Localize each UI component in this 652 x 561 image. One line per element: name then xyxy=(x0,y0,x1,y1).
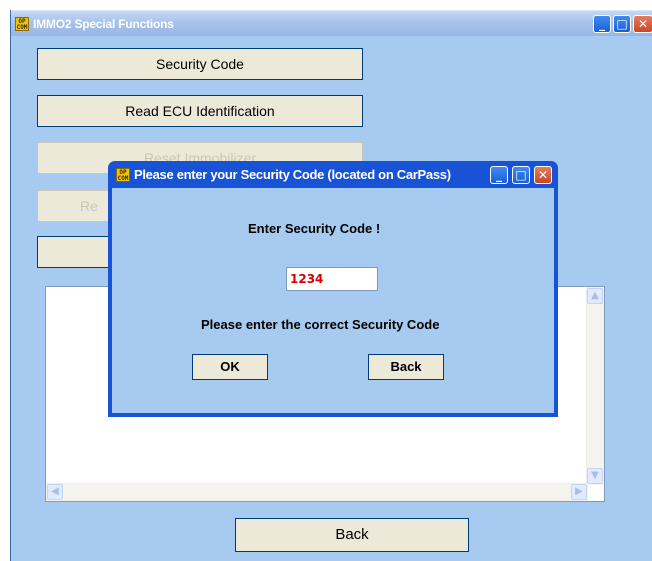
security-code-button[interactable]: Security Code xyxy=(37,48,363,80)
main-titlebar[interactable]: OP COM IMMO2 Special Functions _ □ ✕ xyxy=(11,10,652,36)
main-window-title: IMMO2 Special Functions xyxy=(33,17,174,31)
dialog-back-button[interactable]: Back xyxy=(368,354,444,380)
dialog-titlebar[interactable]: OP COM Please enter your Security Code (… xyxy=(108,161,558,188)
scroll-down-icon[interactable]: ▼ xyxy=(587,468,603,484)
horizontal-scrollbar[interactable]: ◀ ▶ xyxy=(46,483,588,501)
dialog-maximize-button[interactable]: □ xyxy=(512,166,530,184)
dialog-minimize-button[interactable]: _ xyxy=(490,166,508,184)
dialog-close-button[interactable]: ✕ xyxy=(534,166,552,184)
opcom-app-icon: OP COM xyxy=(15,17,29,31)
minimize-button[interactable]: _ xyxy=(593,15,611,33)
security-code-message: Please enter the correct Security Code xyxy=(201,317,440,332)
vertical-scrollbar[interactable]: ▲ ▼ xyxy=(586,287,604,485)
dialog-opcom-icon: OP COM xyxy=(116,168,130,182)
partially-hidden-button[interactable]: Re xyxy=(37,190,117,222)
scroll-right-icon[interactable]: ▶ xyxy=(571,484,587,500)
close-button[interactable]: ✕ xyxy=(633,15,652,33)
main-back-button[interactable]: Back xyxy=(235,518,469,552)
scroll-left-icon[interactable]: ◀ xyxy=(47,484,63,500)
read-ecu-identification-button[interactable]: Read ECU Identification xyxy=(37,95,363,127)
enter-security-code-label: Enter Security Code ! xyxy=(248,221,381,236)
dialog-title: Please enter your Security Code (located… xyxy=(134,167,451,182)
security-code-input[interactable]: 1234 xyxy=(286,267,378,291)
scroll-up-icon[interactable]: ▲ xyxy=(587,288,603,304)
ok-button[interactable]: OK xyxy=(192,354,268,380)
dialog-body: Enter Security Code ! 1234 Please enter … xyxy=(112,188,554,413)
maximize-button[interactable]: □ xyxy=(613,15,631,33)
security-code-dialog: OP COM Please enter your Security Code (… xyxy=(108,161,558,417)
hidden-button[interactable] xyxy=(37,236,117,268)
